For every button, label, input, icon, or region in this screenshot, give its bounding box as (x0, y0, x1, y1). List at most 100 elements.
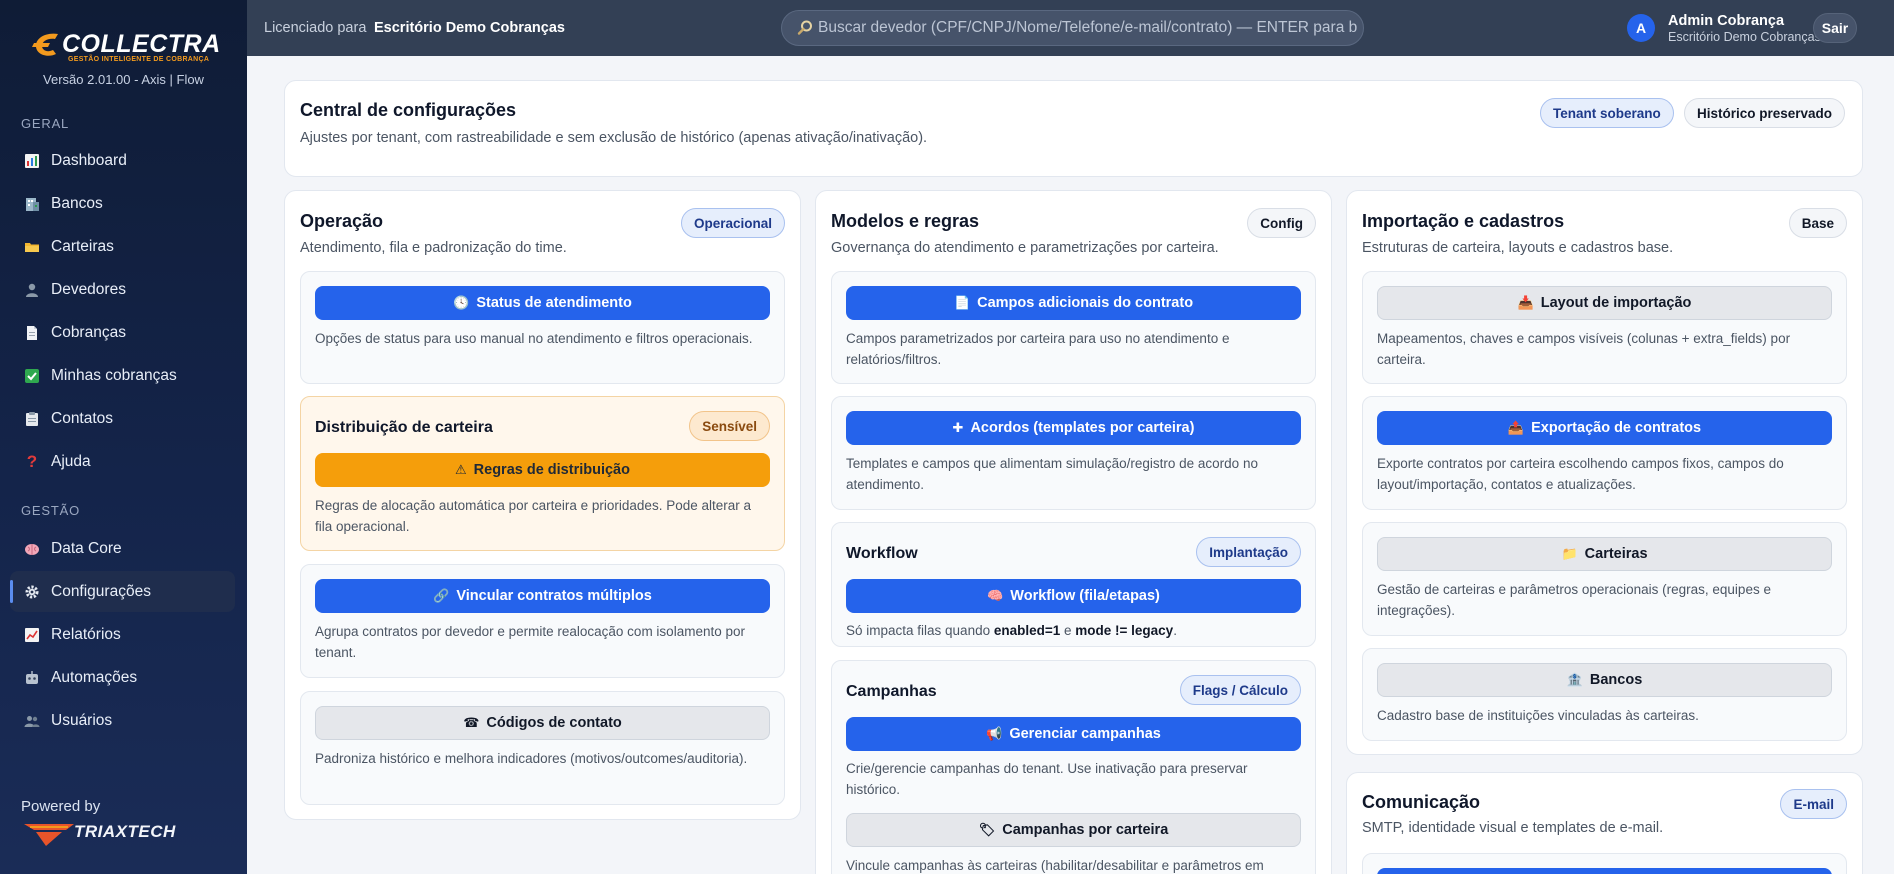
setting-distribuicao-carteira: Distribuição de carteira Sensível ⚠ Regra… (300, 396, 785, 551)
setting-description: Regras de alocação automática por cartei… (315, 498, 751, 534)
setting-title: Workflow (846, 545, 918, 562)
setting-carteiras: 📁 Carteiras Gestão de carteiras e parâmet… (1362, 522, 1847, 636)
sidebar-item-label: Configurações (51, 582, 151, 600)
codigos-contato-button[interactable]: ☎ Códigos de contato (315, 706, 770, 740)
sidebar-item-minhas-cobrancas[interactable]: Minhas cobranças (10, 355, 235, 396)
user-icon (23, 281, 41, 299)
sidebar-item-label: Devedores (51, 280, 126, 298)
search-icon (797, 20, 812, 35)
sidebar-item-contatos[interactable]: Contatos (10, 398, 235, 439)
megaphone-icon: 📢 (986, 726, 1003, 741)
layout-importacao-button[interactable]: 📥 Layout de importação (1377, 286, 1832, 320)
brain-icon: 🧠 (987, 588, 1004, 603)
brain-icon (23, 540, 41, 558)
card-title: Comunicação (1362, 792, 1481, 812)
setting-description: Gestão de carteiras e parâmetros operaci… (1377, 582, 1771, 618)
workflow-button[interactable]: 🧠 Workflow (fila/etapas) (846, 579, 1301, 613)
collectra-logo[interactable]: COLLECTRA GESTÃO INTELIGENTE DE COBRANÇA (32, 28, 220, 63)
setting-campos-adicionais: 📄 Campos adicionais do contrato Campos pa… (831, 271, 1316, 384)
puzzle-icon: ✚ (952, 420, 964, 435)
folder-icon (23, 238, 41, 256)
sidebar-item-label: Contatos (51, 409, 114, 427)
setting-description: Exporte contratos por carteira escolhend… (1377, 456, 1784, 492)
acordos-button[interactable]: ✚ Acordos (templates por carteira) (846, 411, 1301, 445)
setting-campanhas: Campanhas Flags / Cálculo 📢 Gerenciar cam… (831, 660, 1316, 874)
setting-description: Templates e campos que alimentam simulaç… (846, 456, 1258, 492)
setting-description: Vincule campanhas às carteiras (habilita… (846, 858, 1264, 873)
setting-exportacao-contratos: 📤 Exportação de contratos Exporte contrat… (1362, 396, 1847, 510)
sidebar-item-automacoes[interactable]: Automações (10, 657, 235, 698)
bank-icon (23, 195, 41, 213)
status-atendimento-button[interactable]: 🕓 Status de atendimento (315, 286, 770, 320)
setting-acordos: ✚ Acordos (templates por carteira) Templa… (831, 396, 1316, 510)
inbox-icon: 📥 (1517, 295, 1534, 310)
sidebar-item-label: Relatórios (51, 625, 121, 643)
sidebar-item-bancos[interactable]: Bancos (10, 183, 235, 224)
setting-title: Campanhas (846, 683, 937, 700)
avatar[interactable]: A (1627, 14, 1655, 42)
setting-description: Padroniza histórico e melhora indicadore… (315, 751, 748, 766)
logo-wordmark: COLLECTRA (62, 30, 221, 58)
sidebar-item-ajuda[interactable]: ? Ajuda (10, 441, 235, 482)
bar-chart-icon (23, 152, 41, 170)
setting-description: Opções de status para uso manual no aten… (315, 331, 753, 346)
badge-implantacao: Implantação (1196, 537, 1301, 567)
badge-historico-preservado: Histórico preservado (1684, 98, 1846, 128)
regras-distribuicao-button[interactable]: ⚠ Regras de distribuição (315, 453, 770, 487)
bank-icon: 🏦 (1566, 672, 1583, 687)
topbar: Licenciado para Escritório Demo Cobrança… (247, 0, 1894, 56)
search-input[interactable] (818, 19, 1358, 37)
setting-description: Só impacta filas quando enabled=1 e mode… (846, 623, 1177, 638)
powered-by-label: Powered by (21, 798, 101, 815)
config-header-card: Central de configurações Ajustes por ten… (284, 80, 1863, 177)
gear-icon (23, 583, 41, 601)
setting-bancos: 🏦 Bancos Cadastro base de instituições vi… (1362, 648, 1847, 741)
sidebar-item-label: Usuários (51, 711, 113, 729)
comunicacao-button[interactable] (1377, 868, 1832, 874)
sidebar-item-data-core[interactable]: Data Core (10, 528, 235, 569)
card-title: Operação (300, 211, 384, 231)
logout-button[interactable]: Sair (1813, 13, 1857, 43)
sidebar-item-label: Bancos (51, 194, 103, 212)
sidebar-item-label: Automações (51, 668, 138, 686)
document-icon (23, 324, 41, 342)
setting-title: Distribuição de carteira (315, 419, 493, 436)
sidebar-item-configuracoes[interactable]: Configurações (10, 571, 235, 612)
license-label: Licenciado para (264, 20, 367, 36)
badge-tenant-soberano: Tenant soberano (1540, 98, 1674, 128)
campos-adicionais-button[interactable]: 📄 Campos adicionais do contrato (846, 286, 1301, 320)
setting-description: Campos parametrizados por carteira para … (846, 331, 1230, 367)
setting-comunicacao-partial (1362, 853, 1847, 874)
question-icon: ? (26, 451, 38, 471)
setting-description: Cadastro base de instituições vinculadas… (1377, 708, 1699, 723)
sidebar-item-usuarios[interactable]: Usuários (10, 700, 235, 741)
sidebar-item-label: Ajuda (51, 452, 91, 470)
card-subtitle: SMTP, identidade visual e templates de e… (1362, 820, 1664, 836)
logo-tagline: GESTÃO INTELIGENTE DE COBRANÇA (68, 56, 210, 63)
partner-wordmark: TRIAXTECH (74, 822, 176, 841)
sidebar-item-relatorios[interactable]: Relatórios (10, 614, 235, 655)
clock-icon: 🕓 (453, 295, 470, 310)
phone-icon: ☎ (463, 715, 480, 730)
carteiras-button[interactable]: 📁 Carteiras (1377, 537, 1832, 571)
page-title: Central de configurações (300, 100, 517, 120)
badge-base: Base (1788, 208, 1847, 238)
sidebar-item-devedores[interactable]: Devedores (10, 269, 235, 310)
vincular-contratos-button[interactable]: 🔗 Vincular contratos múltiplos (315, 579, 770, 613)
outbox-icon: 📤 (1507, 420, 1525, 435)
exportacao-contratos-button[interactable]: 📤 Exportação de contratos (1377, 411, 1832, 445)
setting-description: Mapeamentos, chaves e campos visíveis (c… (1377, 331, 1791, 367)
gerenciar-campanhas-button[interactable]: 📢 Gerenciar campanhas (846, 717, 1301, 751)
campanhas-por-carteira-button[interactable]: 🏷 Campanhas por carteira (846, 813, 1301, 847)
link-icon: 🔗 (433, 588, 450, 603)
memo-icon: 📄 (953, 295, 971, 310)
setting-status-atendimento: 🕓 Status de atendimento Opções de status … (300, 271, 785, 384)
sidebar-item-cobrancas[interactable]: Cobranças (10, 312, 235, 353)
sidebar-item-carteiras[interactable]: Carteiras (10, 226, 235, 267)
users-icon (23, 712, 41, 730)
bancos-button[interactable]: 🏦 Bancos (1377, 663, 1832, 697)
global-search[interactable] (781, 10, 1364, 46)
sidebar-item-label: Carteiras (51, 237, 114, 255)
sidebar-item-dashboard[interactable]: Dashboard (10, 140, 235, 181)
tag-icon: 🏷 (978, 822, 996, 837)
